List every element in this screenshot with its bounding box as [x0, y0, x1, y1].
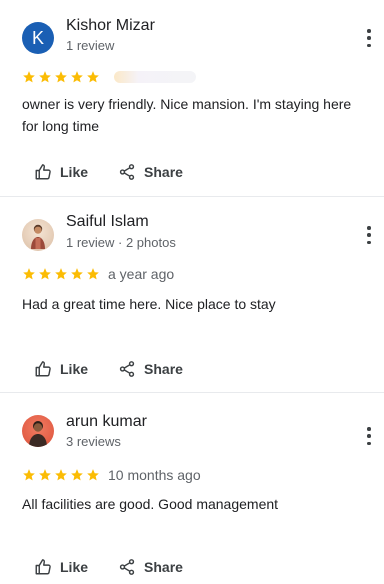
review-date: a year ago [108, 266, 175, 282]
thumb-up-icon [35, 164, 51, 180]
star-icon [55, 71, 67, 83]
star-icon [55, 469, 67, 481]
rating-row [22, 69, 196, 85]
star-icon [71, 71, 83, 83]
star-icon [39, 71, 51, 83]
star-icon [23, 71, 35, 83]
person-photo-icon [31, 224, 45, 249]
reviewer-name[interactable]: arun kumar [66, 413, 147, 431]
star-icon [71, 469, 83, 481]
review-card: arun kumar 3 reviews 10 months ago All f… [0, 392, 384, 584]
star-icon [87, 268, 99, 280]
rating-row: 10 months ago [22, 467, 201, 483]
like-label: Like [60, 361, 89, 377]
reviewer-name[interactable]: Saiful Islam [66, 213, 149, 231]
share-label: Share [144, 361, 183, 377]
person-photo-icon [29, 421, 47, 447]
more-options-icon[interactable] [366, 427, 372, 445]
thumb-up-icon [35, 361, 51, 377]
share-icon [119, 164, 135, 180]
date-placeholder [114, 71, 196, 83]
more-options-icon[interactable] [366, 226, 372, 244]
review-actions: Like Share [34, 160, 183, 184]
review-card: Saiful Islam 1 review · 2 photos a year … [0, 196, 384, 392]
star-icon [39, 268, 51, 280]
more-options-icon[interactable] [366, 29, 372, 47]
like-label: Like [60, 164, 89, 180]
review-text: owner is very friendly. Nice mansion. I'… [22, 96, 352, 134]
avatar[interactable]: K [22, 22, 54, 54]
star-icon [39, 469, 51, 481]
review-actions: Like Share [34, 555, 183, 579]
star-icon [55, 268, 67, 280]
reviewer-name[interactable]: Kishor Mizar [66, 17, 155, 35]
star-rating [22, 70, 100, 84]
like-button[interactable]: Like [34, 160, 88, 184]
star-icon [87, 469, 99, 481]
star-rating [22, 468, 100, 482]
share-icon [119, 361, 135, 377]
share-label: Share [144, 559, 183, 575]
share-label: Share [144, 164, 183, 180]
reviewer-meta: 3 reviews [66, 434, 121, 449]
like-button[interactable]: Like [34, 357, 88, 381]
avatar-letter: K [31, 27, 44, 48]
avatar[interactable] [22, 415, 54, 447]
star-icon [23, 469, 35, 481]
share-button[interactable]: Share [118, 357, 183, 381]
review-text: Had a great time here. Nice place to sta… [22, 296, 276, 312]
review-text: All facilities are good. Good management [22, 496, 279, 512]
reviewer-meta: 1 review [66, 38, 115, 53]
star-icon [23, 268, 35, 280]
share-button[interactable]: Share [118, 160, 183, 184]
star-icon [71, 268, 83, 280]
share-button[interactable]: Share [118, 555, 183, 579]
thumb-up-icon [35, 559, 51, 575]
like-label: Like [60, 559, 89, 575]
review-card: K Kishor Mizar 1 review owner is very fr… [0, 0, 384, 196]
avatar[interactable] [22, 219, 54, 251]
star-rating [22, 267, 100, 281]
star-icon [87, 71, 99, 83]
reviewer-meta: 1 review · 2 photos [66, 235, 176, 250]
share-icon [119, 559, 135, 575]
review-date: 10 months ago [108, 467, 201, 483]
rating-row: a year ago [22, 266, 174, 282]
review-actions: Like Share [34, 357, 183, 381]
like-button[interactable]: Like [34, 555, 88, 579]
